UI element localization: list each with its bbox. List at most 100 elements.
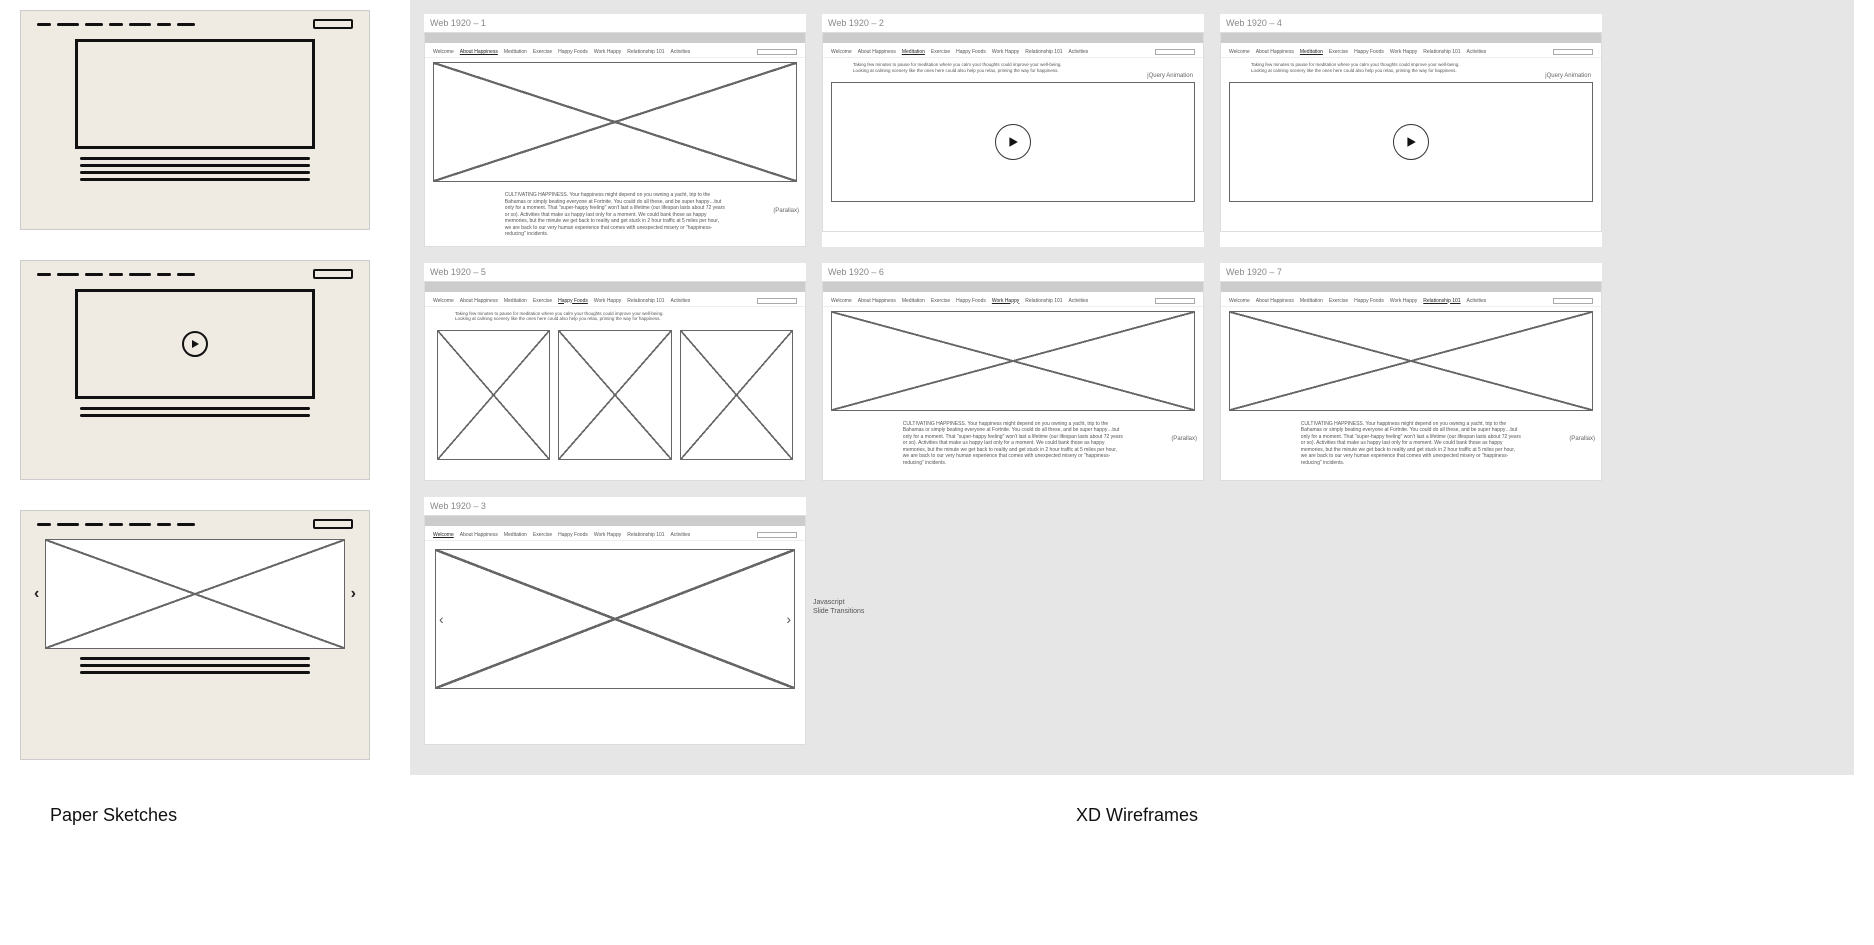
nav-item[interactable]: Welcome [433, 298, 454, 304]
play-icon[interactable] [1393, 124, 1429, 160]
nav-item[interactable]: Activities [671, 298, 691, 304]
artboard-web-1920-1[interactable]: Web 1920 – 1 WelcomeAbout HappinessMedit… [424, 14, 806, 247]
nav-item[interactable]: Work Happy [594, 298, 621, 304]
play-icon[interactable] [995, 124, 1031, 160]
artboard-web-1920-7[interactable]: Web 1920 – 7 WelcomeAbout HappinessMedit… [1220, 263, 1602, 481]
nav-item[interactable]: Activities [671, 532, 691, 538]
nav-item[interactable]: Work Happy [594, 49, 621, 55]
artboard-web-1920-3[interactable]: Web 1920 – 3 WelcomeAbout HappinessMedit… [424, 497, 806, 745]
nav-item[interactable]: Meditation [902, 49, 925, 55]
artboard-row-2: Web 1920 – 5 Welcome About Happiness Medit… [424, 263, 1840, 481]
slider[interactable]: ‹ › [435, 549, 795, 689]
nav-item[interactable]: Meditation [504, 532, 527, 538]
play-icon[interactable] [182, 331, 208, 357]
nav-item[interactable]: Activities [1069, 49, 1089, 55]
video-placeholder[interactable] [75, 289, 315, 399]
nav-item[interactable]: Exercise [1329, 49, 1348, 55]
nav-item[interactable]: Activities [1467, 298, 1487, 304]
search-pill[interactable] [313, 269, 353, 279]
nav-item[interactable]: Relationship 101 [627, 298, 664, 304]
nav-item[interactable]: Exercise [533, 532, 552, 538]
search-input[interactable] [757, 49, 797, 55]
search-input[interactable] [1155, 49, 1195, 55]
nav-item[interactable]: About Happiness [1256, 298, 1294, 304]
nav-item[interactable]: Relationship 101 [627, 49, 664, 55]
artboard-web-1920-5[interactable]: Web 1920 – 5 Welcome About Happiness Medit… [424, 263, 806, 481]
nav-item[interactable]: Meditation [1300, 49, 1323, 55]
slide-image-placeholder [435, 549, 795, 689]
nav-item[interactable]: Relationship 101 [627, 532, 664, 538]
nav-item[interactable]: Happy Foods [558, 298, 588, 304]
nav-bar[interactable]: Welcome About Happiness Meditation Exercise… [425, 530, 805, 541]
nav-item[interactable]: About Happiness [858, 49, 896, 55]
nav-item[interactable]: Exercise [931, 49, 950, 55]
chevron-right-icon[interactable]: › [351, 585, 356, 603]
nav-item[interactable]: Relationship 101 [1025, 298, 1062, 304]
nav-item[interactable]: Work Happy [1390, 298, 1417, 304]
nav-item[interactable]: Welcome [831, 49, 852, 55]
nav-item[interactable]: Exercise [931, 298, 950, 304]
nav-item[interactable]: Activities [671, 49, 691, 55]
search-pill[interactable] [313, 19, 353, 29]
search-input[interactable] [757, 298, 797, 304]
nav-item[interactable]: Happy Foods [1354, 298, 1384, 304]
nav-item[interactable]: Relationship 101 [1423, 49, 1460, 55]
video-player[interactable] [831, 82, 1195, 202]
nav-item[interactable]: About Happiness [460, 532, 498, 538]
slider-placeholder[interactable]: ‹ › [45, 539, 345, 649]
hero-image-placeholder [75, 39, 315, 149]
nav-item[interactable]: Welcome [433, 532, 454, 538]
nav-bar[interactable]: Welcome About Happiness Meditation Exercise… [823, 47, 1203, 58]
nav-item[interactable]: Work Happy [992, 298, 1019, 304]
paper-sketch-1 [20, 10, 370, 230]
nav-item[interactable]: About Happiness [460, 49, 498, 55]
nav-bar[interactable]: Welcome About Happiness Meditation Exercise… [1221, 47, 1601, 58]
page-root: ‹ › Web 1920 – 1 WelcomeAbout HappinessM… [0, 0, 1874, 945]
browser-bar [425, 33, 805, 43]
nav-item[interactable]: Happy Foods [1354, 49, 1384, 55]
search-input[interactable] [1155, 298, 1195, 304]
nav-item[interactable]: About Happiness [858, 298, 896, 304]
nav-item[interactable]: Meditation [504, 49, 527, 55]
video-player[interactable] [1229, 82, 1593, 202]
nav-item[interactable]: About Happiness [460, 298, 498, 304]
chevron-left-icon[interactable]: ‹ [34, 585, 39, 603]
chevron-right-icon[interactable]: › [786, 611, 791, 627]
nav-bar[interactable]: Welcome About Happiness Meditation Exercise… [823, 296, 1203, 307]
nav-item[interactable]: Meditation [504, 298, 527, 304]
artboard-title: Web 1920 – 5 [424, 263, 806, 281]
nav-item[interactable]: Meditation [1300, 298, 1323, 304]
chevron-left-icon[interactable]: ‹ [439, 611, 444, 627]
artboard-web-1920-4[interactable]: Web 1920 – 4 WelcomeAbout HappinessMedit… [1220, 14, 1602, 247]
nav-bar[interactable]: Welcome About Happiness Meditation Exercise… [425, 296, 805, 307]
nav-item[interactable]: Welcome [1229, 49, 1250, 55]
nav-item[interactable]: Activities [1467, 49, 1487, 55]
artboard-body: Welcome About Happiness Meditation Exercise… [1220, 32, 1602, 232]
nav-item[interactable]: Happy Foods [956, 298, 986, 304]
nav-item[interactable]: About Happiness [1256, 49, 1294, 55]
nav-item[interactable]: Welcome [1229, 298, 1250, 304]
nav-item[interactable]: Happy Foods [558, 532, 588, 538]
nav-item[interactable]: Work Happy [594, 532, 621, 538]
search-input[interactable] [757, 532, 797, 538]
nav-item[interactable]: Happy Foods [558, 49, 588, 55]
nav-item[interactable]: Welcome [433, 49, 454, 55]
nav-bar[interactable]: Welcome About Happiness Meditation Exercise… [1221, 296, 1601, 307]
nav-item[interactable]: Welcome [831, 298, 852, 304]
nav-bar[interactable]: Welcome About Happiness Meditation Exercise… [425, 47, 805, 58]
nav-item[interactable]: Exercise [1329, 298, 1348, 304]
search-input[interactable] [1553, 49, 1593, 55]
nav-item[interactable]: Relationship 101 [1025, 49, 1062, 55]
artboard-web-1920-2[interactable]: Web 1920 – 2 WelcomeAbout HappinessMedit… [822, 14, 1204, 247]
search-pill[interactable] [313, 519, 353, 529]
nav-item[interactable]: Exercise [533, 49, 552, 55]
nav-item[interactable]: Exercise [533, 298, 552, 304]
nav-item[interactable]: Relationship 101 [1423, 298, 1460, 304]
nav-item[interactable]: Meditation [902, 298, 925, 304]
nav-item[interactable]: Work Happy [1390, 49, 1417, 55]
nav-item[interactable]: Happy Foods [956, 49, 986, 55]
nav-item[interactable]: Activities [1069, 298, 1089, 304]
artboard-web-1920-6[interactable]: Web 1920 – 6 WelcomeAbout HappinessMedit… [822, 263, 1204, 481]
search-input[interactable] [1553, 298, 1593, 304]
nav-item[interactable]: Work Happy [992, 49, 1019, 55]
